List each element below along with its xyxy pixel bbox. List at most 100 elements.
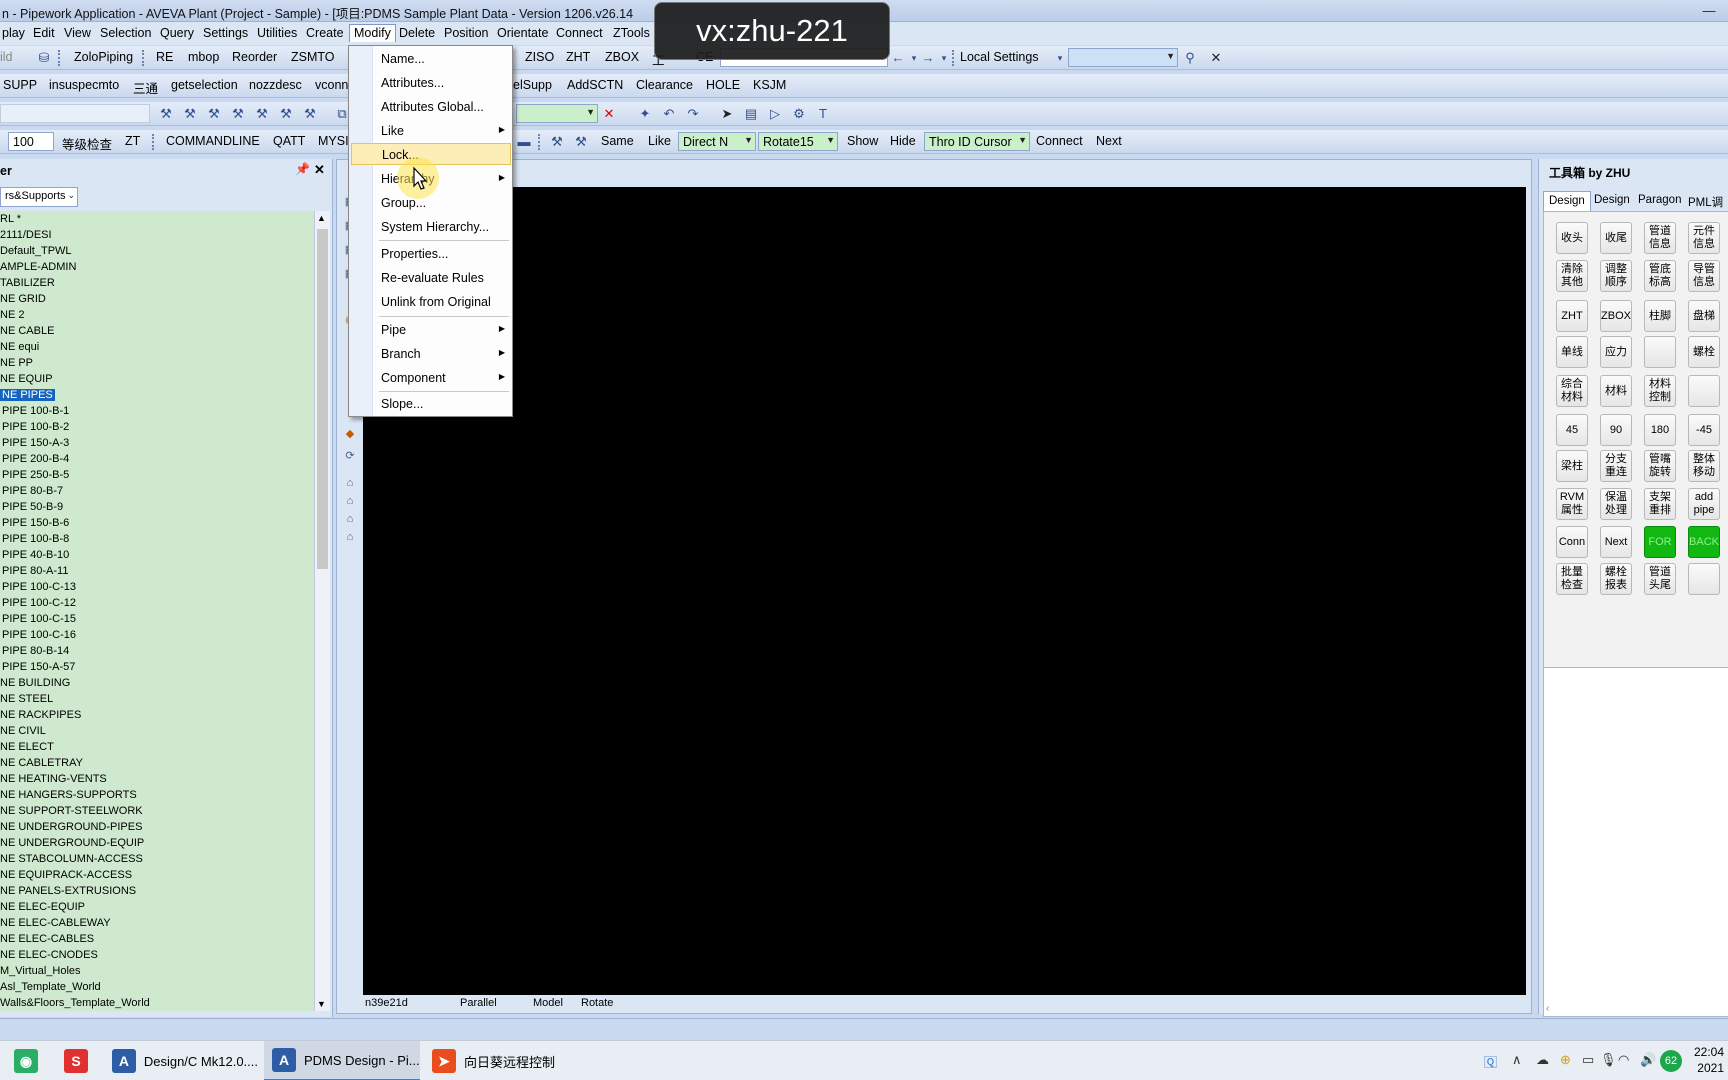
menu-edit[interactable]: Edit	[29, 25, 59, 43]
database-icon[interactable]: ⛁	[36, 50, 52, 66]
tree-item[interactable]: NE UNDERGROUND-EQUIP	[0, 835, 314, 851]
toolbar-grip[interactable]	[952, 50, 955, 66]
pipe-icon[interactable]: ⚒	[302, 106, 318, 122]
tree-item[interactable]: NE ELECT	[0, 739, 314, 755]
toolbox-button[interactable]: 180	[1644, 414, 1676, 446]
toolbox-button[interactable]: Conn	[1556, 526, 1588, 558]
tree-item[interactable]: PIPE 50-B-9	[0, 499, 314, 515]
view-tool-icon[interactable]: ⌂	[342, 495, 358, 511]
microphone-icon[interactable]: 🎙	[1600, 1052, 1617, 1068]
tree-item[interactable]: PIPE 150-A-3	[0, 435, 314, 451]
toolbox-button[interactable]: 保温 处理	[1600, 488, 1632, 520]
tree-item[interactable]: PIPE 100-B-8	[0, 531, 314, 547]
3d-viewport[interactable]	[363, 187, 1526, 995]
view-tool-icon[interactable]: ⌂	[342, 531, 358, 547]
hide-button[interactable]: Hide	[890, 134, 916, 148]
wechat-icon[interactable]: ◉	[14, 1041, 38, 1080]
toolbox-button[interactable]: 清除 其他	[1556, 260, 1588, 292]
menu-settings[interactable]: Settings	[199, 25, 252, 43]
tree-item[interactable]: PIPE 80-B-7	[0, 483, 314, 499]
view-tool-icon[interactable]: ◆	[342, 427, 358, 443]
tree-item[interactable]: AMPLE-ADMIN	[0, 259, 314, 275]
toolbox-button[interactable]: 元件 信息	[1688, 222, 1720, 254]
wps-icon[interactable]: S	[64, 1041, 88, 1080]
zbox-button[interactable]: ZBOX	[605, 50, 639, 64]
menu-item-properties[interactable]: Properties...	[351, 243, 511, 265]
ksjm-button[interactable]: KSJM	[753, 78, 786, 92]
toolbar-grip[interactable]	[152, 134, 155, 150]
toolbox-button[interactable]: 收尾	[1600, 222, 1632, 254]
tree-item[interactable]: PIPE 80-A-11	[0, 563, 314, 579]
clock[interactable]: 22:04 2021	[1694, 1044, 1724, 1076]
toolbox-button[interactable]: 导管 信息	[1688, 260, 1720, 292]
tab-pml[interactable]: PML调	[1683, 191, 1728, 211]
zsmto-button[interactable]: ZSMTO	[291, 50, 335, 64]
text-icon[interactable]: T	[815, 106, 831, 122]
tree-item[interactable]: PIPE 150-A-57	[0, 659, 314, 675]
volume-icon[interactable]: 🔊	[1640, 1052, 1656, 1068]
menu-query[interactable]: Query	[156, 25, 198, 43]
tree-item[interactable]: NE CABLETRAY	[0, 755, 314, 771]
toolbox-button[interactable]: 45	[1556, 414, 1588, 446]
grade-check-button[interactable]: 等级检查	[62, 134, 112, 153]
wifi-icon[interactable]: ◠	[1618, 1052, 1629, 1068]
show-button[interactable]: Show	[847, 134, 878, 148]
tree-item[interactable]: NE BUILDING	[0, 675, 314, 691]
hole-button[interactable]: HOLE	[706, 78, 740, 92]
addsctn-button[interactable]: AddSCTN	[567, 78, 623, 92]
tree-item[interactable]: PIPE 100-C-15	[0, 611, 314, 627]
selection-combo[interactable]	[0, 104, 150, 123]
menu-modify[interactable]: Modify	[349, 24, 396, 42]
menu-orientate[interactable]: Orientate	[493, 25, 552, 43]
local-settings-combo[interactable]: Local Settings	[956, 48, 1066, 67]
explorer-tree[interactable]: RL * 2111/DESI Default_TPWL AMPLE-ADMIN …	[0, 211, 314, 1011]
tree-item[interactable]: NE equi	[0, 339, 314, 355]
menu-item-pipe[interactable]: Pipe ▶	[351, 319, 511, 341]
insuspecmto-button[interactable]: insuspecmto	[49, 78, 119, 92]
tree-item[interactable]: NE ELEC-EQUIP	[0, 899, 314, 915]
view-tool-icon[interactable]: ⌂	[342, 513, 358, 529]
tree-item[interactable]: NE HANGERS-SUPPORTS	[0, 787, 314, 803]
arrow-right-icon[interactable]: →	[920, 50, 936, 66]
toolbox-button[interactable]: 综合 材料	[1556, 375, 1588, 407]
like-button[interactable]: Like	[648, 134, 671, 148]
toolbox-button[interactable]: 管底 标高	[1644, 260, 1676, 292]
arrow-left-icon[interactable]: ←	[890, 50, 906, 66]
toolbar-grip[interactable]	[142, 50, 145, 66]
minus-icon[interactable]: ▬	[516, 134, 532, 150]
view-tool-icon[interactable]: ⌂	[342, 477, 358, 493]
tree-item[interactable]: NE GRID	[0, 291, 314, 307]
toolbox-button[interactable]: 盘梯	[1688, 300, 1720, 332]
scroll-left-icon[interactable]: ‹	[1546, 1003, 1549, 1014]
connect-button[interactable]: Connect	[1036, 134, 1083, 148]
green-combo[interactable]: ▼	[516, 104, 598, 123]
toolbox-button[interactable]: -45	[1688, 414, 1720, 446]
tree-item[interactable]: PIPE 250-B-5	[0, 467, 314, 483]
menu-item-unlink[interactable]: Unlink from Original	[351, 291, 511, 313]
chevron-down-icon[interactable]: ▾	[936, 50, 952, 66]
chevron-up-icon[interactable]: ∧	[1512, 1052, 1522, 1068]
toolbox-button[interactable]: BACK	[1688, 526, 1720, 558]
toolbox-button[interactable]: 收头	[1556, 222, 1588, 254]
vconn-button[interactable]: vconn	[315, 78, 348, 92]
toolbox-button[interactable]: 梁柱	[1556, 450, 1588, 482]
tree-item[interactable]: PIPE 100-C-12	[0, 595, 314, 611]
toolbar-item[interactable]: ild	[0, 50, 13, 64]
menu-position[interactable]: Position	[440, 25, 492, 43]
menu-item-attributes[interactable]: Attributes...	[351, 72, 511, 94]
toolbox-button[interactable]: 柱脚	[1644, 300, 1676, 332]
qatt-button[interactable]: QATT	[273, 134, 305, 148]
toolbar-grip[interactable]	[58, 50, 61, 66]
clearance-button[interactable]: Clearance	[636, 78, 693, 92]
binoculars-icon[interactable]: ⚲	[1182, 50, 1198, 66]
tree-item[interactable]: PIPE 40-B-10	[0, 547, 314, 563]
tree-item[interactable]: NE PP	[0, 355, 314, 371]
supp-button[interactable]: SUPP	[3, 78, 37, 92]
toolbox-button[interactable]: 螺栓	[1688, 336, 1720, 368]
scroll-thumb[interactable]	[317, 229, 328, 569]
tab-design[interactable]: Design	[1543, 191, 1591, 211]
toolbox-button[interactable]: 管嘴 旋转	[1644, 450, 1676, 482]
tree-item[interactable]: NE STEEL	[0, 691, 314, 707]
undo-icon[interactable]: ↶	[661, 106, 677, 122]
toolbox-button[interactable]: add pipe	[1688, 488, 1720, 520]
